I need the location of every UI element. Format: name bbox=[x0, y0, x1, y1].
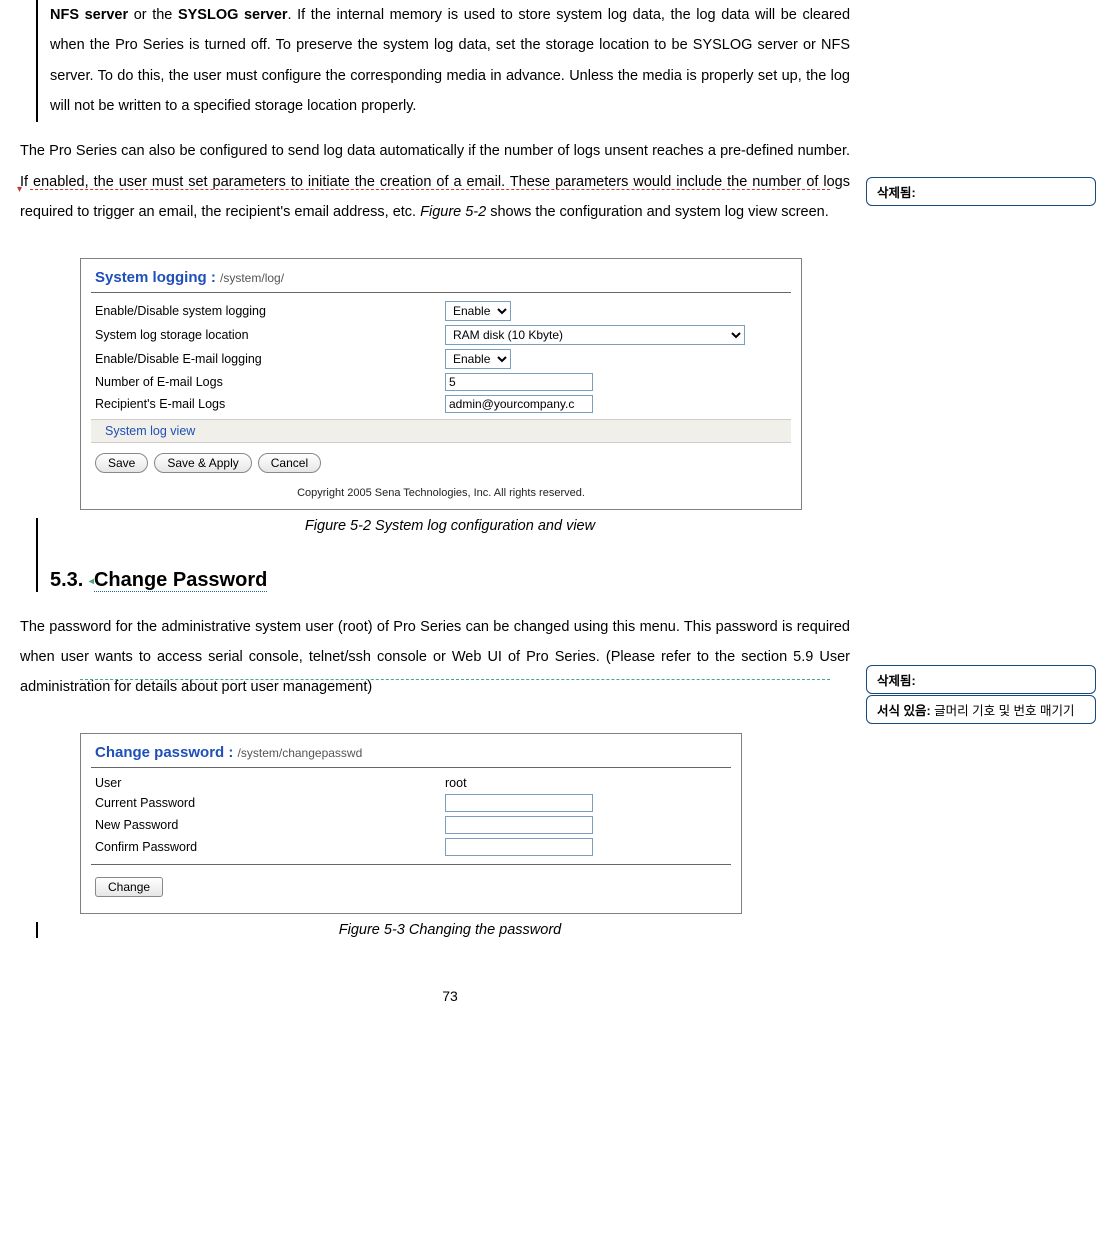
balloon-label: 삭제됨: bbox=[877, 186, 916, 200]
label-new-password: New Password bbox=[95, 818, 445, 832]
revision-caret-icon: ▾ bbox=[17, 184, 22, 195]
comment-balloon-format: 서식 있음: 글머리 기호 및 번호 매기기 bbox=[866, 695, 1096, 724]
panel-path: /system/log/ bbox=[220, 271, 284, 285]
select-enable-email[interactable]: Enable bbox=[445, 349, 511, 369]
cancel-button[interactable]: Cancel bbox=[258, 453, 321, 473]
balloon-label: 삭제됨: bbox=[877, 674, 916, 688]
comment-balloon-deleted-2: 삭제됨: bbox=[866, 665, 1096, 694]
label-confirm-password: Confirm Password bbox=[95, 840, 445, 854]
label-enable-syslog: Enable/Disable system logging bbox=[95, 304, 445, 318]
label-enable-email: Enable/Disable E-mail logging bbox=[95, 352, 445, 366]
figure-5-3-caption: Figure 5-3 Changing the password bbox=[50, 922, 850, 938]
comment-balloon-deleted-1: 삭제됨: bbox=[866, 177, 1096, 206]
page-number: 73 bbox=[50, 988, 850, 1004]
revision-caret-icon: ◂ bbox=[89, 576, 94, 587]
label-num-logs: Number of E-mail Logs bbox=[95, 375, 445, 389]
paragraph-3: The password for the administrative syst… bbox=[20, 612, 850, 703]
balloon-label: 서식 있음: bbox=[877, 704, 931, 718]
copyright-text: Copyright 2005 Sena Technologies, Inc. A… bbox=[81, 487, 801, 499]
panel-path: /system/changepasswd bbox=[238, 746, 363, 760]
panel-title: System logging : bbox=[95, 269, 220, 286]
paragraph-1: NFS server or the SYSLOG server. If the … bbox=[50, 0, 850, 122]
label-current-password: Current Password bbox=[95, 796, 445, 810]
bold-nfs: NFS server bbox=[50, 7, 128, 23]
figure-5-2-caption: Figure 5-2 System log configuration and … bbox=[50, 518, 850, 534]
balloon-text: 글머리 기호 및 번호 매기기 bbox=[934, 704, 1074, 718]
input-new-password[interactable] bbox=[445, 816, 593, 834]
select-storage[interactable]: RAM disk (10 Kbyte) bbox=[445, 325, 745, 345]
label-recipient: Recipient's E-mail Logs bbox=[95, 397, 445, 411]
input-current-password[interactable] bbox=[445, 794, 593, 812]
save-apply-button[interactable]: Save & Apply bbox=[154, 453, 251, 473]
select-enable-syslog[interactable]: Enable bbox=[445, 301, 511, 321]
label-storage: System log storage location bbox=[95, 328, 445, 342]
figure-5-2-image: System logging : /system/log/ Enable/Dis… bbox=[80, 258, 802, 510]
value-user: root bbox=[445, 776, 467, 790]
input-num-logs[interactable] bbox=[445, 373, 593, 391]
input-confirm-password[interactable] bbox=[445, 838, 593, 856]
input-recipient[interactable] bbox=[445, 395, 593, 413]
bold-syslog: SYSLOG server bbox=[178, 7, 288, 23]
subheading-syslog-view[interactable]: System log view bbox=[91, 419, 791, 443]
change-button[interactable]: Change bbox=[95, 877, 163, 897]
figure-ref: Figure 5-2 bbox=[420, 204, 486, 220]
panel-title: Change password : bbox=[95, 744, 238, 761]
paragraph-2: The Pro Series can also be configured to… bbox=[20, 136, 850, 227]
label-user: User bbox=[95, 776, 445, 790]
heading-5-3: 5.3. ◂Change Password bbox=[50, 569, 850, 592]
save-button[interactable]: Save bbox=[95, 453, 148, 473]
figure-5-3-image: Change password : /system/changepasswd U… bbox=[80, 733, 742, 914]
